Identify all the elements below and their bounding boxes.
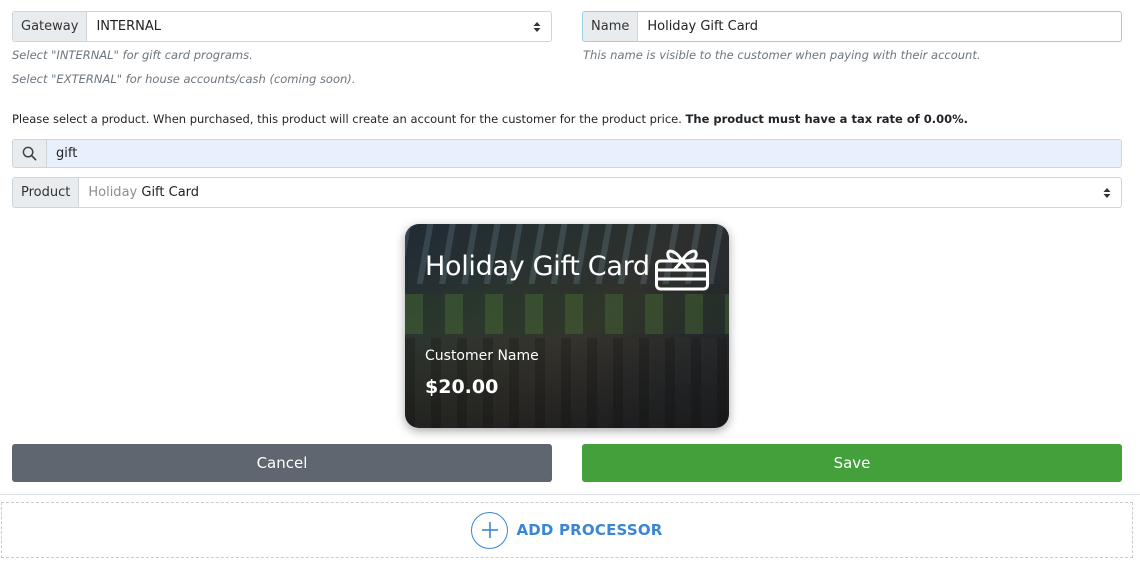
product-value-prefix: Holiday	[88, 185, 138, 200]
add-processor-label: ADD PROCESSOR	[516, 521, 663, 539]
save-button[interactable]: Save	[582, 444, 1122, 482]
select-arrows-icon	[1103, 187, 1111, 198]
instructions-text: Please select a product. When purchased,…	[12, 112, 686, 126]
select-arrows-icon	[533, 21, 541, 32]
product-value-rest: Gift Card	[137, 185, 200, 200]
card-title: Holiday Gift Card	[425, 251, 650, 282]
product-instructions: Please select a product. When purchased,…	[12, 112, 968, 126]
gateway-select-group[interactable]: Gateway INTERNAL	[12, 11, 552, 42]
card-amount: $20.00	[425, 376, 499, 398]
product-select[interactable]: Holiday Gift Card	[79, 178, 1121, 207]
add-processor-button[interactable]: ADD PROCESSOR	[1, 502, 1133, 558]
gateway-value: INTERNAL	[96, 19, 162, 34]
search-input[interactable]: gift	[47, 140, 1121, 167]
gift-card-icon	[655, 249, 709, 291]
card-customer-name: Customer Name	[425, 348, 539, 364]
gateway-help-external: Select "EXTERNAL" for house accounts/cas…	[12, 72, 356, 86]
name-input[interactable]: Holiday Gift Card	[638, 12, 1121, 41]
name-input-group[interactable]: Name Holiday Gift Card	[582, 11, 1122, 42]
name-help: This name is visible to the customer whe…	[583, 48, 981, 62]
gateway-select[interactable]: INTERNAL	[87, 12, 551, 41]
cancel-button[interactable]: Cancel	[12, 444, 552, 482]
plus-circle-icon	[471, 511, 509, 549]
gateway-label: Gateway	[13, 12, 88, 41]
product-select-group[interactable]: Product Holiday Gift Card	[12, 177, 1122, 208]
name-label: Name	[583, 12, 639, 41]
card-background-plants	[405, 294, 729, 334]
product-search-group[interactable]: gift	[12, 139, 1122, 168]
product-label: Product	[13, 178, 80, 207]
gateway-help-internal: Select "INTERNAL" for gift card programs…	[12, 48, 253, 62]
instructions-bold: The product must have a tax rate of 0.00…	[685, 112, 969, 126]
section-divider	[0, 494, 1140, 495]
search-icon	[13, 140, 47, 167]
